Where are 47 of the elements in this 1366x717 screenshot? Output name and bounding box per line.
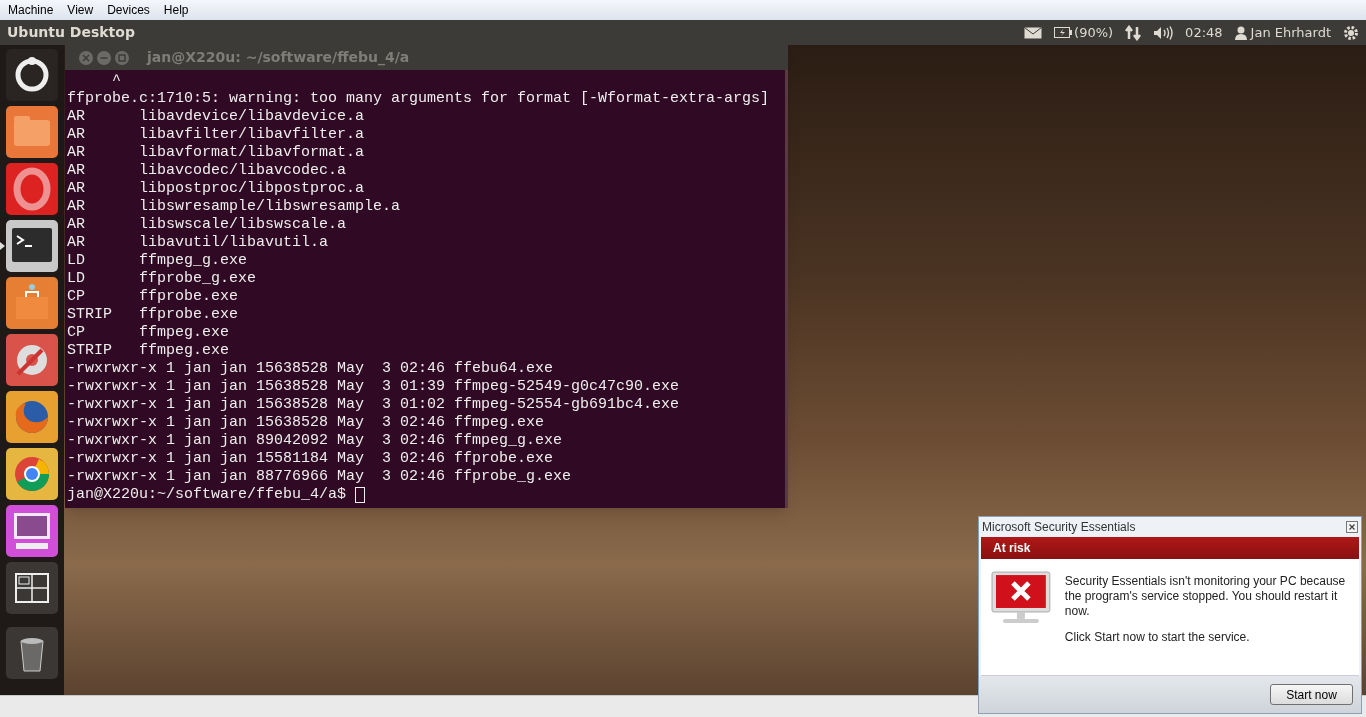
- terminal-line: -rwxrwxr-x 1 jan jan 15638528 May 3 01:02 ffmpeg-52554-gb691bc4.exe: [67, 396, 681, 414]
- mail-icon[interactable]: [1024, 26, 1043, 39]
- terminal-line: -rwxrwxr-x 1 jan jan 15581184 May 3 02:46 ffprobe.exe: [67, 450, 555, 468]
- terminal-line: AR libswscale/libswscale.a: [67, 216, 348, 234]
- battery-icon[interactable]: [1054, 27, 1073, 38]
- terminal-line: -rwxrwxr-x 1 jan jan 88776966 May 3 02:46 ffprobe_g.exe: [67, 468, 573, 486]
- terminal-line: LD ffprobe_g.exe: [67, 270, 258, 288]
- terminal-line: -rwxrwxr-x 1 jan jan 15638528 May 3 02:46 ffmpeg.exe: [67, 414, 546, 432]
- network-arrows-icon[interactable]: [1125, 24, 1142, 41]
- cursor: [355, 487, 366, 503]
- terminal-line: -rwxrwxr-x 1 jan jan 15638528 May 3 02:46 ffebu64.exe: [67, 360, 555, 378]
- terminal-prompt: jan@X220u:~/software/ffebu_4/a$: [67, 486, 347, 504]
- user-icon[interactable]: [1234, 25, 1247, 40]
- terminal-line: AR libavdevice/libavdevice.a: [67, 108, 366, 126]
- terminal-line: STRIP ffmpeg.exe: [67, 342, 231, 360]
- user-name[interactable]: Jan Ehrhardt: [1250, 22, 1331, 43]
- power-gear-icon[interactable]: [1343, 24, 1359, 41]
- clock[interactable]: 02:48: [1185, 22, 1223, 43]
- terminal-line: AR libavfilter/libavfilter.a: [67, 126, 366, 144]
- menu-item[interactable]: Machine: [8, 1, 54, 19]
- window-title: jan@X220u: ~/software/ffebu_4/a: [147, 48, 410, 68]
- terminal-line: STRIP ffprobe.exe: [67, 306, 240, 324]
- terminal-line: LD ffmpeg_g.exe: [67, 252, 249, 270]
- terminal-line: -rwxrwxr-x 1 jan jan 15638528 May 3 01:39 ffmpeg-52549-g0c47c90.exe: [67, 378, 681, 396]
- volume-icon[interactable]: [1153, 25, 1174, 40]
- status-banner: At risk: [981, 537, 1359, 559]
- hint-text: Click Start now to start the service.: [1064, 630, 1251, 645]
- terminal-line: -rwxrwxr-x 1 jan jan 89042092 May 3 02:46 ffmpeg_g.exe: [67, 432, 564, 450]
- close-icon[interactable]: [1346, 521, 1358, 533]
- terminal-line: AR libavformat/libavformat.a: [67, 144, 366, 162]
- panel-title: Ubuntu Desktop: [7, 23, 135, 42]
- terminal-line: ^: [111, 72, 122, 90]
- terminal-line: AR libavutil/libavutil.a: [67, 234, 330, 252]
- menu-item[interactable]: Help: [163, 1, 189, 19]
- start-now-button[interactable]: Start now: [1270, 684, 1353, 705]
- terminal-line: AR libswresample/libswresample.a: [67, 198, 402, 216]
- terminal-icon[interactable]: [0, 220, 58, 272]
- terminal-line: AR libpostproc/libpostproc.a: [67, 180, 366, 198]
- message-text: Security Essentials isn't monitoring your PC because the program's service stopped. You should restart it now.: [1064, 574, 1347, 619]
- battery-percent: (90%): [1074, 23, 1114, 42]
- dialog-title: Microsoft Security Essentials: [982, 519, 1136, 536]
- terminal-line: ffprobe.c:1710:5: warning: too many arguments for format [-Wformat-extra-args]: [67, 90, 771, 108]
- terminal-line: CP ffmpeg.exe: [67, 324, 231, 342]
- terminal-line: CP ffprobe.exe: [67, 288, 240, 306]
- menu-item[interactable]: View: [67, 1, 94, 19]
- terminal-line: AR libavcodec/libavcodec.a: [67, 162, 348, 180]
- menu-item[interactable]: Devices: [107, 1, 150, 19]
